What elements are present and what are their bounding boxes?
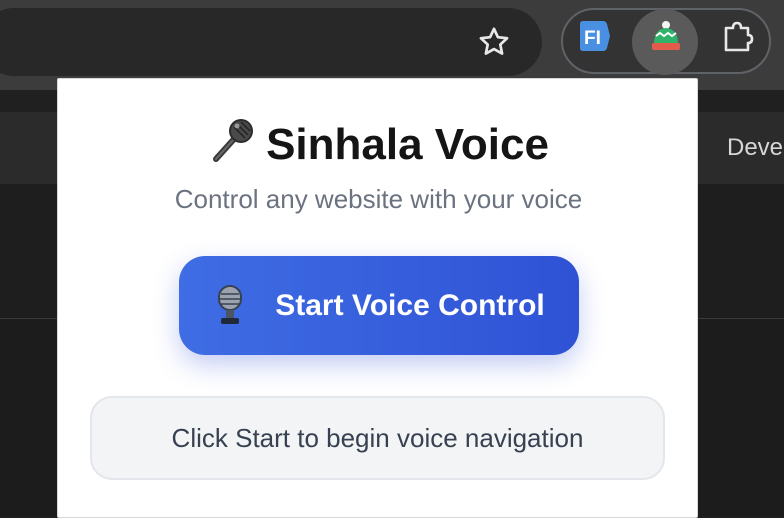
microphone-icon: [213, 119, 254, 162]
popup-title-text: Sinhala Voice: [266, 120, 549, 169]
status-message: Click Start to begin voice navigation: [90, 396, 665, 480]
extension-popup: Sinhala Voice Control any website with y…: [57, 78, 698, 518]
star-outline-icon[interactable]: [476, 24, 512, 60]
address-bar[interactable]: [0, 8, 542, 76]
popup-title: Sinhala Voice: [58, 115, 699, 171]
puzzle-piece-icon[interactable]: [719, 18, 755, 54]
popup-subtitle: Control any website with your voice: [174, 184, 583, 214]
background-nav-text[interactable]: Deve: [727, 134, 783, 162]
start-voice-control-button[interactable]: Start Voice Control: [179, 256, 579, 355]
fi-extension-icon[interactable]: FI: [576, 18, 612, 54]
studio-microphone-icon: [218, 284, 243, 324]
knit-hat-extension-icon[interactable]: [648, 18, 684, 54]
svg-text:FI: FI: [584, 28, 601, 49]
start-button-label: Start Voice Control: [275, 288, 545, 322]
